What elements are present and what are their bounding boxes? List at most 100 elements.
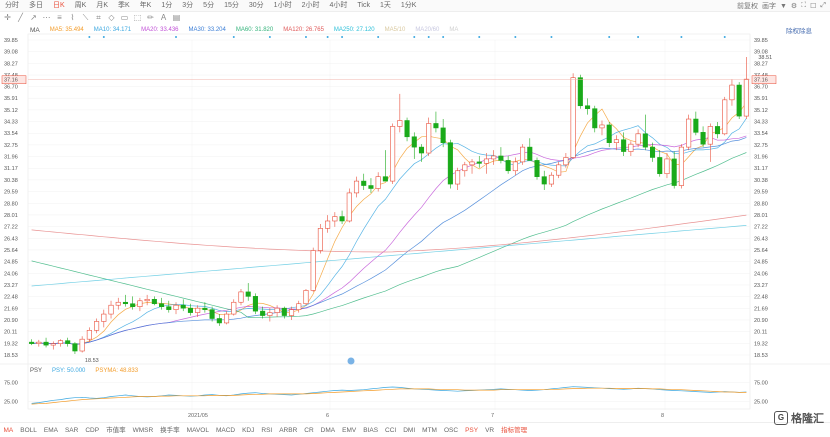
candle[interactable] (245, 283, 251, 301)
event-dot[interactable] (326, 36, 329, 38)
candle[interactable] (267, 308, 273, 322)
period-tab[interactable]: 2小时 (297, 0, 325, 12)
candle[interactable] (151, 296, 157, 306)
candle[interactable] (649, 142, 656, 162)
event-dot[interactable] (268, 36, 271, 38)
indicator-tab[interactable]: KDJ (239, 423, 258, 437)
event-dot[interactable] (377, 36, 380, 38)
candle[interactable] (368, 178, 374, 193)
candle[interactable] (346, 188, 352, 223)
candle[interactable] (606, 122, 612, 148)
candle[interactable] (310, 247, 316, 292)
drawing-tool-icon[interactable]: ◇ (106, 13, 117, 23)
candle[interactable] (447, 139, 453, 189)
event-dot[interactable] (608, 36, 611, 38)
candle[interactable] (642, 114, 648, 151)
candle[interactable] (498, 147, 504, 164)
event-dot[interactable] (88, 36, 91, 38)
period-tab[interactable]: 年K (135, 0, 157, 12)
event-dot[interactable] (232, 36, 235, 38)
control-icon[interactable]: ⚙ (791, 2, 797, 10)
indicator-tab[interactable]: CR (301, 423, 317, 437)
candle[interactable] (137, 297, 143, 312)
indicator-tab[interactable]: EMV (339, 423, 360, 437)
candle[interactable] (101, 309, 107, 328)
period-tab[interactable]: 3分 (177, 0, 198, 12)
candle[interactable] (433, 111, 439, 133)
candle[interactable] (534, 157, 540, 180)
indicator-tab[interactable]: BOLL (17, 423, 41, 437)
candle[interactable] (678, 144, 684, 189)
indicator-tab[interactable]: OSC (440, 423, 461, 437)
period-tab[interactable]: 日K (48, 0, 70, 12)
candle[interactable] (238, 288, 244, 306)
candle[interactable] (671, 151, 677, 189)
candle[interactable] (180, 299, 186, 312)
candle[interactable] (29, 339, 35, 346)
adjust-label[interactable]: 除权除息 (786, 25, 812, 35)
control-icon[interactable]: ⛶ (801, 2, 806, 10)
candle[interactable] (520, 144, 526, 165)
drawing-tool-icon[interactable]: ╱ (15, 13, 26, 23)
candle[interactable] (166, 300, 172, 313)
control-icon[interactable]: ⤢ (820, 2, 826, 10)
indicator-tab[interactable]: MAVOL (183, 423, 212, 437)
event-dot[interactable] (550, 36, 553, 38)
event-dot[interactable] (341, 36, 344, 38)
candle[interactable] (36, 339, 42, 347)
drawing-tool-icon[interactable]: ✏ (145, 13, 156, 23)
drawing-tool-icon[interactable]: ⌗ (93, 13, 104, 23)
control-icon[interactable]: 画字 (762, 1, 776, 11)
indicator-tab[interactable]: DMI (400, 423, 419, 437)
drawing-tool-icon[interactable]: A (158, 13, 169, 23)
candle[interactable] (722, 96, 728, 136)
candle[interactable] (512, 157, 518, 176)
candle[interactable] (130, 296, 136, 310)
period-tab[interactable]: 1分 (156, 0, 177, 12)
event-dot[interactable] (442, 36, 445, 38)
period-tab[interactable]: 4小时 (324, 0, 352, 12)
indicator-tab[interactable]: EMA (40, 423, 61, 437)
info-marker-icon[interactable] (347, 357, 355, 365)
drawing-tool-icon[interactable]: ▭ (119, 13, 130, 23)
candle[interactable] (397, 93, 403, 133)
candle[interactable] (686, 114, 692, 151)
candle[interactable] (657, 150, 663, 177)
candle[interactable] (252, 293, 258, 315)
indicator-tab[interactable]: MTM (419, 423, 441, 437)
candle[interactable] (476, 155, 482, 168)
period-tab[interactable]: 1分K (396, 0, 422, 12)
candle[interactable] (325, 215, 331, 233)
candle[interactable] (440, 119, 446, 148)
candle[interactable] (296, 300, 302, 313)
candle[interactable] (426, 117, 432, 156)
candle[interactable] (418, 144, 425, 162)
candle[interactable] (404, 117, 410, 142)
candle[interactable] (729, 79, 735, 106)
candle[interactable] (700, 126, 706, 148)
control-icon[interactable]: ☐ (810, 2, 816, 10)
event-dot[interactable] (514, 36, 517, 38)
candle[interactable] (541, 170, 547, 190)
candle[interactable] (43, 337, 49, 348)
indicator-tab[interactable]: RSI (258, 423, 276, 437)
indicator-tab[interactable]: PSY (462, 423, 482, 437)
candle[interactable] (65, 337, 71, 347)
candle[interactable] (585, 98, 591, 115)
candle[interactable] (224, 311, 230, 325)
candle[interactable] (736, 82, 742, 120)
event-dot[interactable] (637, 36, 640, 38)
period-tab[interactable]: 月K (91, 0, 113, 12)
candle[interactable] (115, 297, 121, 310)
drawing-tool-icon[interactable]: ⌇ (67, 13, 78, 23)
indicator-tab[interactable]: ARBR (276, 423, 301, 437)
drawing-tool-icon[interactable]: ⋯ (41, 13, 52, 23)
period-tab[interactable]: 30分 (244, 0, 269, 12)
candle[interactable] (390, 123, 396, 185)
indicator-tab[interactable]: 换手率 (157, 423, 184, 437)
period-tab[interactable]: Tick (352, 0, 375, 12)
candle[interactable] (303, 288, 309, 306)
candle[interactable] (94, 318, 100, 334)
control-icon[interactable]: ▼ (780, 3, 787, 10)
candle[interactable] (483, 153, 490, 174)
